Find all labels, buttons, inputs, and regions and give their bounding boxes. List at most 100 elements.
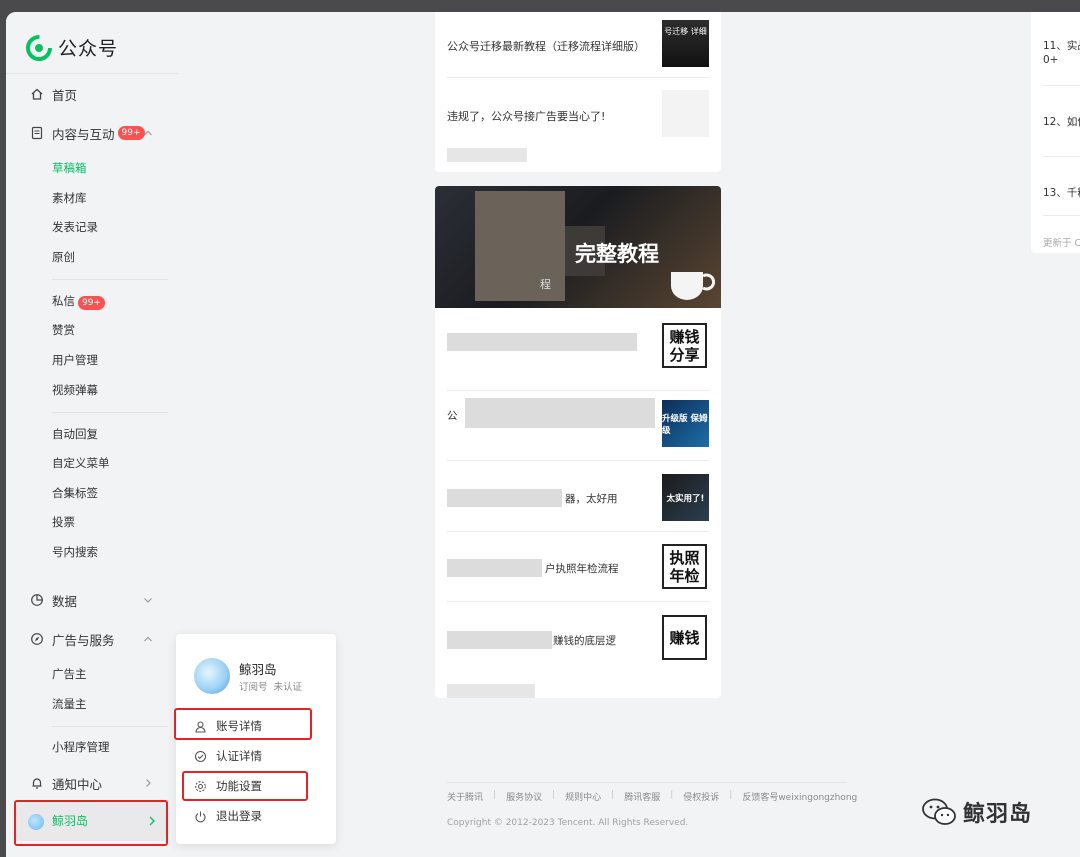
sub-drafts[interactable]: 草稿箱 bbox=[52, 159, 87, 177]
cover-title: 完整教程 bbox=[575, 242, 659, 266]
footer-link[interactable]: 服务协议 bbox=[506, 790, 542, 803]
nav-data[interactable]: 数据 bbox=[30, 590, 77, 610]
content-badge: 99+ bbox=[117, 126, 145, 140]
mosaic-blur bbox=[475, 191, 565, 301]
update-time: 更新于 C bbox=[1043, 238, 1080, 249]
sub-publisher[interactable]: 流量主 bbox=[52, 695, 87, 713]
divider bbox=[447, 601, 709, 602]
menu-logout[interactable]: 退出登录 bbox=[194, 806, 262, 826]
divider bbox=[6, 73, 178, 74]
nav-content[interactable]: 内容与互动 99+ bbox=[30, 123, 145, 143]
article-thumbnail[interactable]: 升级版 保姆级 bbox=[662, 400, 709, 447]
stamp-line: 执照 bbox=[669, 548, 700, 567]
chevron-up-icon[interactable] bbox=[142, 127, 154, 139]
sub-user-management[interactable]: 用户管理 bbox=[52, 351, 98, 369]
sub-messages[interactable]: 私信 99+ bbox=[52, 292, 105, 310]
app-window: 公众号 首页 内容与互动 99+ 草稿箱 素材库 发表记录 原创 私信 99+ 赞… bbox=[6, 12, 1080, 857]
highlight-box bbox=[182, 771, 308, 801]
article-thumbnail[interactable]: 赚钱 分享 bbox=[662, 323, 707, 368]
pipe: | bbox=[493, 790, 497, 800]
menu-label: 退出登录 bbox=[216, 809, 262, 823]
chevron-up-icon[interactable] bbox=[142, 633, 154, 645]
sub-custom-menu[interactable]: 自定义菜单 bbox=[52, 454, 110, 472]
article-thumbnail[interactable] bbox=[662, 90, 709, 137]
nav-notifications[interactable]: 通知中心 bbox=[30, 773, 102, 793]
document-icon bbox=[31, 126, 43, 140]
nav-ads-label: 广告与服务 bbox=[52, 632, 115, 648]
list-item[interactable]: 11、实战 bbox=[1043, 38, 1080, 53]
sub-auto-reply[interactable]: 自动回复 bbox=[52, 425, 98, 443]
blurred-area bbox=[447, 684, 535, 698]
footer-link[interactable]: 腾讯客服 bbox=[624, 790, 660, 803]
divider bbox=[447, 390, 709, 391]
account-type: 订阅号 bbox=[239, 682, 268, 693]
article-group-card: 完整教程 程 赚钱 分享 公 升级版 保姆级 器，太好用 太实用了! 户执照年检… bbox=[435, 186, 721, 698]
wechat-official-logo-icon bbox=[26, 34, 52, 61]
nav-ads[interactable]: 广告与服务 bbox=[30, 629, 115, 649]
blurred-area bbox=[447, 489, 562, 507]
sub-mini-program[interactable]: 小程序管理 bbox=[52, 738, 110, 756]
footer-link[interactable]: 关于腾讯 bbox=[447, 790, 483, 803]
sub-publish-records[interactable]: 发表记录 bbox=[52, 218, 98, 236]
stamp-line: 年检 bbox=[669, 566, 700, 585]
article-thumbnail[interactable]: 执照 年检 bbox=[662, 544, 707, 589]
menu-label: 认证详情 bbox=[216, 749, 262, 763]
thumb-text: 太实用了! bbox=[666, 493, 705, 504]
stamp-line: 赚钱 bbox=[669, 327, 700, 346]
thumb-text: 号迁移 详细 bbox=[664, 27, 707, 36]
article-thumbnail[interactable]: 赚钱 bbox=[662, 615, 707, 660]
chevron-right-icon[interactable] bbox=[142, 777, 154, 789]
list-item[interactable]: 0+ bbox=[1043, 54, 1058, 66]
footer-link[interactable]: 规则中心 bbox=[565, 790, 601, 803]
logo[interactable]: 公众号 bbox=[26, 34, 118, 61]
stamp-line: 赚钱 bbox=[669, 628, 700, 647]
menu-verification-details[interactable]: 认证详情 bbox=[194, 746, 262, 766]
sub-rewards[interactable]: 赞赏 bbox=[52, 321, 75, 339]
footer-link[interactable]: 反馈客号weixingongzhong bbox=[742, 790, 857, 803]
sub-vote[interactable]: 投票 bbox=[52, 513, 75, 531]
sub-original[interactable]: 原创 bbox=[52, 248, 75, 266]
pipe: | bbox=[670, 790, 674, 800]
article-card: 公众号迁移最新教程（迁移流程详细版） 号迁移 详细 违规了，公众号接广告要当心了… bbox=[435, 12, 721, 172]
article-title[interactable]: 公众号迁移最新教程（迁移流程详细版） bbox=[447, 38, 645, 54]
copyright: Copyright © 2012-2023 Tencent. All Right… bbox=[447, 818, 689, 828]
sub-video-danmaku[interactable]: 视频弹幕 bbox=[52, 381, 98, 399]
divider bbox=[52, 279, 168, 280]
list-item[interactable]: 12、如何 bbox=[1043, 114, 1080, 129]
divider bbox=[447, 77, 709, 78]
footer-links: 关于腾讯 | 服务协议 | 规则中心 | 腾讯客服 | 侵权投诉 | 反馈客号weixin… bbox=[447, 790, 867, 803]
footer-link[interactable]: 侵权投诉 bbox=[683, 790, 719, 803]
nav-content-label: 内容与互动 bbox=[52, 126, 115, 142]
article-title[interactable]: 器，太好用 bbox=[565, 491, 618, 506]
highlight-box bbox=[14, 800, 168, 846]
article-title[interactable]: 违规了，公众号接广告要当心了! bbox=[447, 108, 605, 124]
stamp-line: 分享 bbox=[669, 345, 700, 364]
chevron-down-icon[interactable] bbox=[142, 594, 154, 606]
sub-collection-tags[interactable]: 合集标签 bbox=[52, 484, 98, 502]
sub-in-account-search[interactable]: 号内搜索 bbox=[52, 543, 98, 561]
pipe: | bbox=[552, 790, 556, 800]
article-thumbnail[interactable]: 太实用了! bbox=[662, 474, 709, 521]
right-panel: 11、实战 0+ 12、如何 13、千粉 更新于 C bbox=[1031, 12, 1080, 253]
sub-advertiser[interactable]: 广告主 bbox=[52, 665, 87, 683]
sub-materials[interactable]: 素材库 bbox=[52, 189, 87, 207]
popup-account-name: 鲸羽岛 bbox=[239, 662, 277, 677]
cover-subtitle: 程 bbox=[540, 278, 551, 291]
article-title[interactable]: 赚钱的底层逻 bbox=[553, 633, 616, 648]
popup-avatar bbox=[194, 658, 230, 694]
article-title[interactable]: 公 bbox=[447, 408, 458, 423]
divider bbox=[447, 460, 709, 461]
list-item[interactable]: 13、千粉 bbox=[1043, 185, 1080, 200]
nav-home[interactable]: 首页 bbox=[30, 84, 77, 104]
divider bbox=[1043, 215, 1080, 216]
divider bbox=[1043, 85, 1080, 86]
article-title[interactable]: 户执照年检流程 bbox=[545, 561, 619, 576]
blurred-area bbox=[447, 148, 527, 162]
blurred-area bbox=[465, 398, 655, 428]
nav-home-label: 首页 bbox=[52, 87, 78, 103]
pipe: | bbox=[729, 790, 733, 800]
pipe: | bbox=[611, 790, 615, 800]
article-cover[interactable]: 完整教程 程 bbox=[435, 186, 721, 308]
divider bbox=[52, 726, 168, 727]
article-thumbnail[interactable]: 号迁移 详细 bbox=[662, 20, 709, 67]
